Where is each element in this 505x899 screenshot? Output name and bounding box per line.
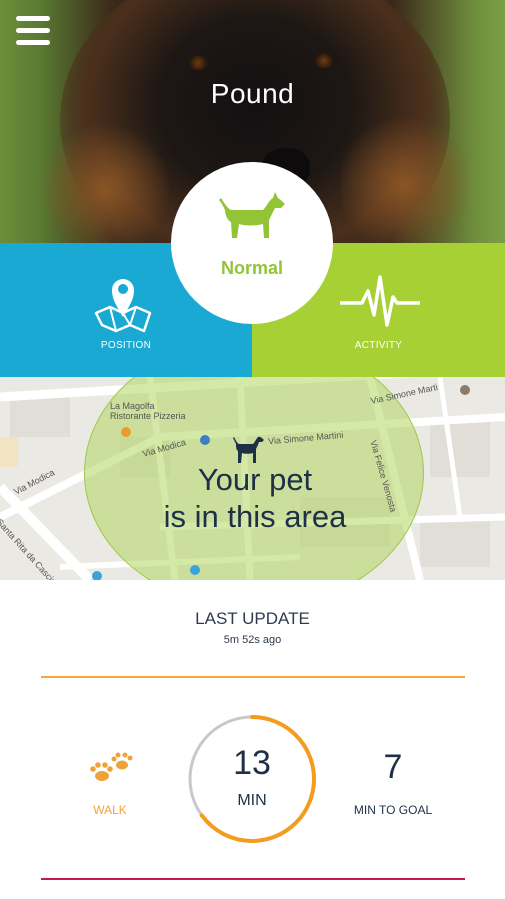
walk-label: WALK [93, 803, 127, 817]
activity-label: ACTIVITY [354, 340, 403, 351]
pet-status-badge[interactable]: Normal [171, 162, 333, 324]
paw-prints-icon[interactable] [70, 752, 150, 786]
pet-area-message: Your pet is in this area [163, 462, 347, 534]
map-label-pizzeria: La Magolfa [110, 401, 155, 411]
pet-eye-right [314, 54, 334, 68]
place-pin-icon[interactable] [460, 385, 470, 395]
pet-eye-left [188, 56, 208, 70]
hamburger-menu-icon[interactable] [16, 16, 50, 50]
divider [41, 676, 465, 678]
map-pin-icon [94, 279, 152, 333]
place-pin-icon[interactable] [200, 435, 210, 445]
map-label-pizzeria-sub: Ristorante Pizzeria [110, 411, 186, 421]
transit-pin-icon[interactable] [92, 571, 102, 580]
walk-minutes-value: 13 [233, 744, 271, 782]
heartbeat-icon [340, 275, 420, 327]
transit-pin-icon[interactable] [190, 565, 200, 575]
last-update-time: 5m 52s ago [223, 634, 282, 646]
position-label: POSITION [100, 340, 152, 351]
walk-minutes-unit: MIN [237, 792, 267, 809]
last-update-title: LAST UPDATE [195, 609, 310, 628]
pet-name: Pound [210, 78, 295, 109]
minutes-to-goal-label: MIN TO GOAL [353, 803, 433, 817]
divider [41, 878, 465, 880]
dog-icon [219, 192, 285, 238]
minutes-to-goal-value: 7 [383, 748, 403, 786]
restaurant-pin-icon[interactable] [121, 427, 131, 437]
location-map[interactable]: La Magolfa Ristorante Pizzeria Via Modic… [0, 377, 505, 580]
status-label: Normal [220, 258, 283, 278]
